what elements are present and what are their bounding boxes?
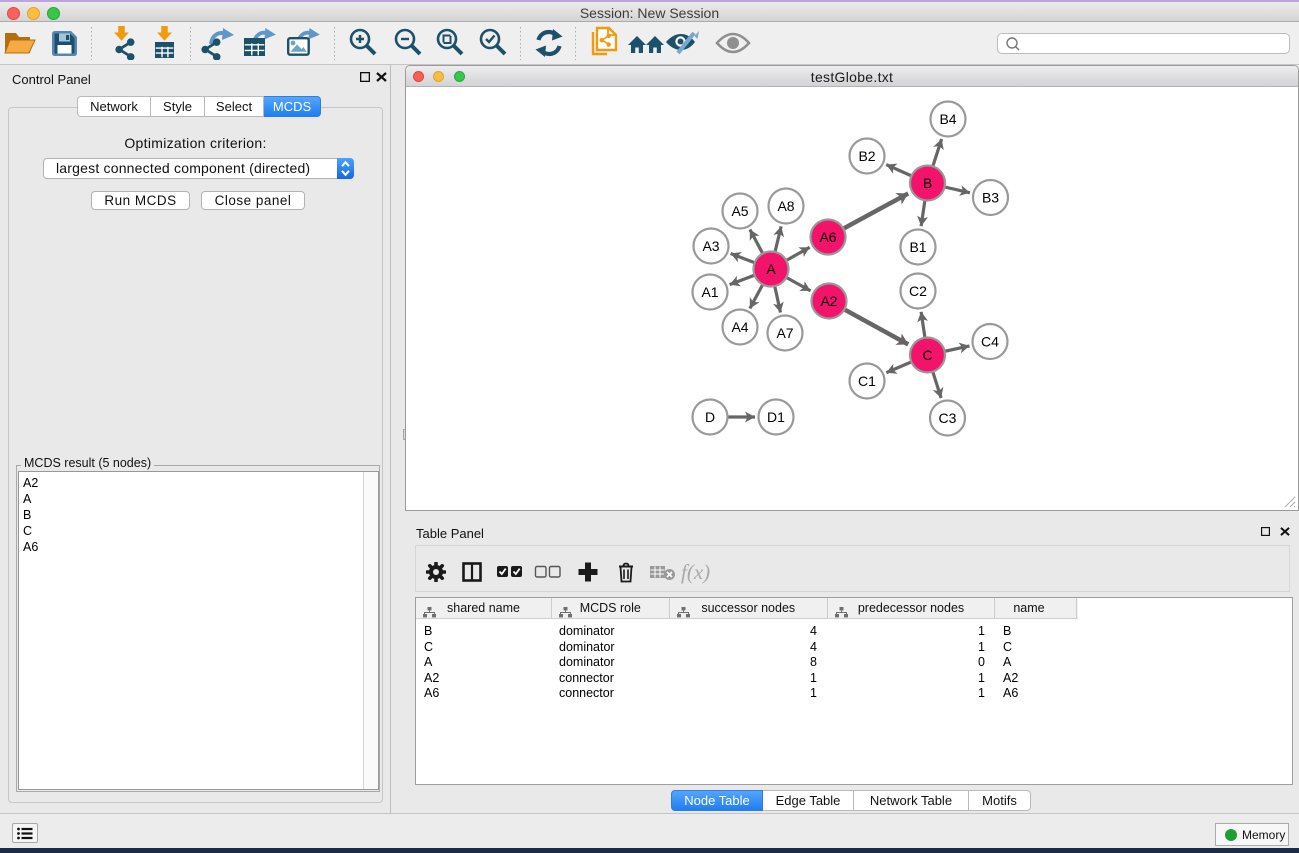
svg-text:D1: D1 (767, 409, 785, 425)
svg-text:A: A (766, 261, 776, 277)
svg-text:B4: B4 (939, 111, 956, 127)
svg-text:A3: A3 (702, 238, 719, 254)
svg-text:C: C (922, 347, 932, 363)
svg-text:C4: C4 (981, 334, 999, 350)
svg-text:D: D (705, 409, 715, 425)
svg-text:C3: C3 (939, 410, 957, 426)
svg-text:B: B (923, 175, 932, 191)
svg-text:B3: B3 (982, 190, 999, 206)
svg-text:A4: A4 (731, 319, 748, 335)
svg-text:A7: A7 (776, 325, 793, 341)
svg-text:B1: B1 (909, 239, 926, 255)
svg-text:B2: B2 (858, 148, 875, 164)
svg-text:C2: C2 (909, 283, 927, 299)
svg-text:A2: A2 (820, 293, 837, 309)
svg-text:A6: A6 (819, 229, 836, 245)
svg-text:C1: C1 (858, 373, 876, 389)
svg-text:A1: A1 (701, 284, 718, 300)
svg-text:A8: A8 (777, 198, 794, 214)
svg-text:A5: A5 (731, 203, 748, 219)
